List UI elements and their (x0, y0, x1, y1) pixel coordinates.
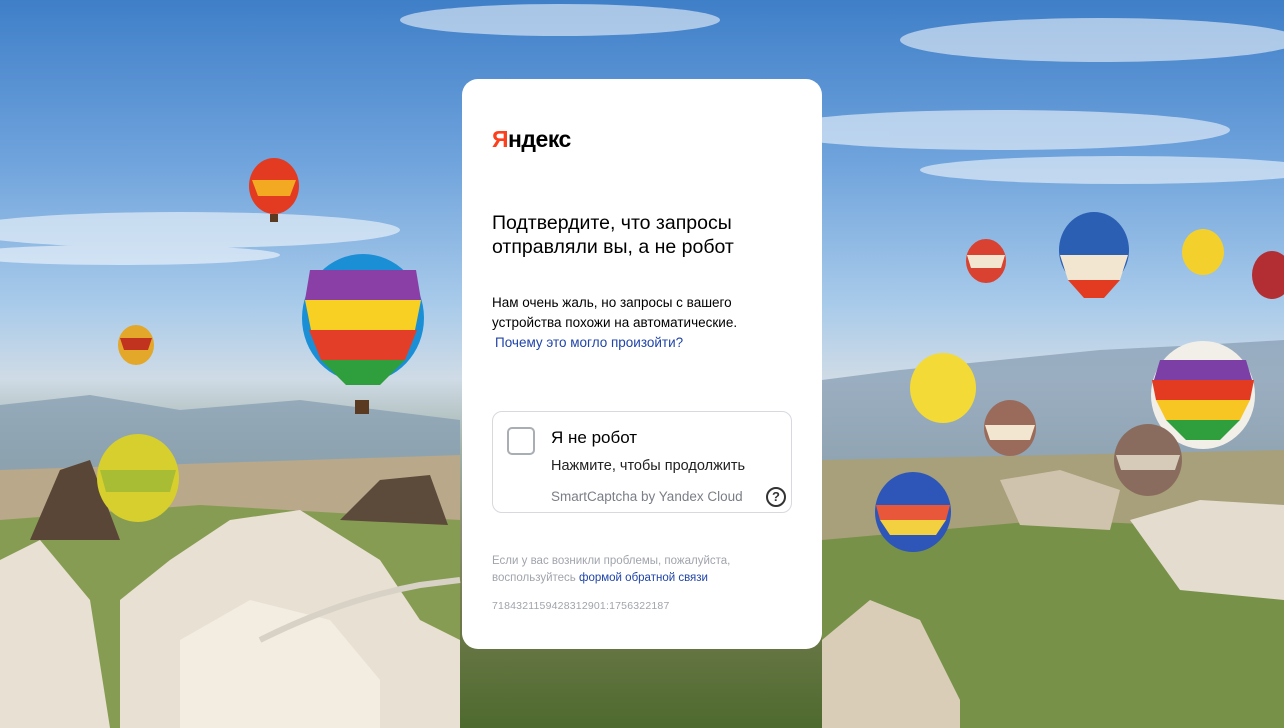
page-title: Подтвердите, что запросы отправляли вы, … (492, 212, 734, 258)
footer-note: Если у вас возникли проблемы, пожалуйста… (492, 553, 792, 587)
yandex-logo[interactable]: Яндекс (492, 125, 571, 153)
feedback-form-link[interactable]: формой обратной связи (579, 572, 708, 584)
checkbox-icon[interactable] (507, 427, 535, 455)
captcha-card: Яндекс Подтвердите, что запросы отправля… (462, 79, 822, 649)
yandex-logo-rest: ндекс (508, 126, 571, 152)
smartcaptcha-widget[interactable]: Я не робот Нажмите, чтобы продолжить Sma… (492, 411, 792, 513)
question-icon[interactable]: ? (766, 487, 786, 507)
captcha-brand: SmartCaptcha by Yandex Cloud (551, 489, 743, 504)
yandex-logo-first-letter: Я (492, 126, 509, 152)
request-id: 7184321159428312901:1756322187 (492, 600, 670, 612)
captcha-title: Я не робот (551, 428, 638, 447)
description-text: Нам очень жаль, но запросы с вашего устр… (492, 295, 738, 330)
why-link[interactable]: Почему это могло произойти? (495, 333, 792, 353)
captcha-subtitle: Нажмите, чтобы продолжить (551, 458, 746, 474)
description: Нам очень жаль, но запросы с вашего устр… (492, 293, 792, 353)
